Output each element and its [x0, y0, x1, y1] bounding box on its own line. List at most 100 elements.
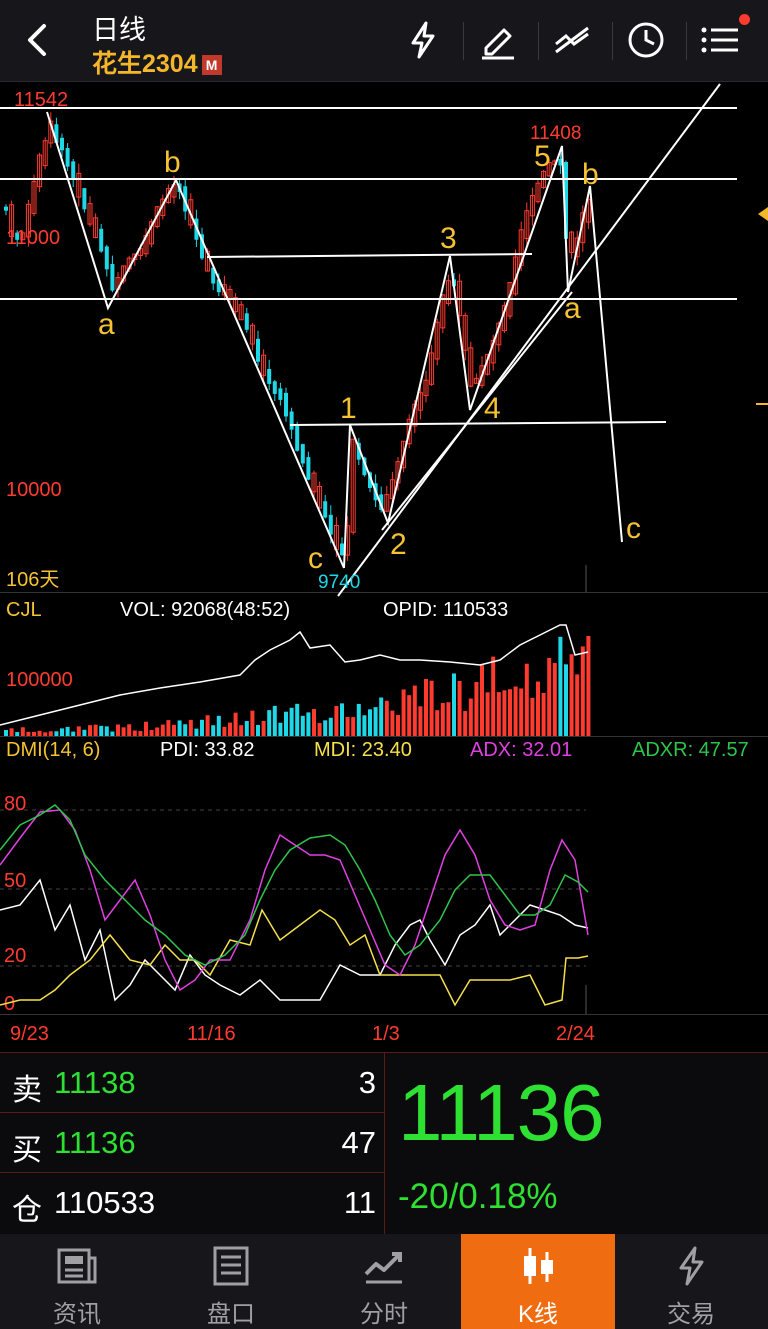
volume-bar: [463, 710, 468, 736]
volume-bar: [138, 731, 143, 736]
volume-bar: [575, 674, 580, 736]
tab-kline[interactable]: K线: [461, 1234, 615, 1329]
trendline-2[interactable]: [381, 291, 573, 531]
wave-path-12345[interactable]: [343, 145, 623, 569]
open-interest-change: 11: [343, 1185, 376, 1220]
volume-bar: [278, 722, 283, 736]
open-interest-label: 仓: [12, 1194, 42, 1227]
volume-bar: [172, 724, 176, 736]
volume-bar: [60, 728, 64, 736]
draw-pen-icon[interactable]: [476, 18, 520, 62]
news-icon: [57, 1248, 97, 1284]
volume-bar: [99, 725, 104, 736]
volume-bar: [48, 731, 53, 736]
tab-trade[interactable]: 交易: [614, 1234, 768, 1329]
volume-bar: [519, 688, 524, 736]
dmi-indicator-name[interactable]: DMI(14, 6): [6, 739, 100, 761]
menu-list-icon[interactable]: [698, 18, 742, 62]
volume-bar: [284, 711, 288, 736]
header-divider: [686, 22, 687, 60]
tab-intraday[interactable]: 分时: [307, 1234, 461, 1329]
volume-bar: [373, 707, 378, 736]
orderbook-icon: [213, 1246, 249, 1286]
header-divider: [612, 22, 613, 60]
buy-row[interactable]: 买 11136 47: [0, 1113, 384, 1173]
trendline-1[interactable]: [337, 83, 721, 597]
tab-orderbook[interactable]: 盘口: [154, 1234, 308, 1329]
tab-news[interactable]: 资讯: [0, 1234, 154, 1329]
volume-bar: [233, 712, 238, 736]
kline-chart[interactable]: 11542 11000 10000 11408 9740 106天 a b c …: [0, 82, 768, 1052]
quote-panel: 卖 11138 3 买 11136 47 仓 110533 11 11136 -…: [0, 1052, 768, 1235]
sell-label: 卖: [12, 1074, 42, 1107]
wave-label-a: a: [98, 308, 115, 341]
volume-bar: [116, 724, 120, 736]
volume-indicator-name[interactable]: CJL: [6, 599, 42, 621]
volume-bar: [312, 709, 316, 736]
volume-bar: [211, 725, 216, 736]
hline-w3[interactable]: [206, 253, 533, 258]
last-price: 11136: [398, 1068, 605, 1157]
lightning-icon: [679, 1246, 704, 1286]
volume-bar: [328, 717, 333, 736]
candle-body: [323, 501, 328, 518]
volume-bar: [250, 710, 255, 736]
quote-divider: [384, 1053, 385, 1235]
header-divider: [538, 22, 539, 60]
volume-bar: [200, 719, 204, 736]
clock-icon[interactable]: [624, 18, 668, 62]
volume-bar: [474, 681, 479, 736]
page-title: 日线: [92, 15, 146, 45]
lightning-icon[interactable]: [401, 18, 445, 62]
buy-quantity: 47: [341, 1125, 376, 1160]
candle-body: [267, 369, 272, 384]
volume-bar: [452, 673, 456, 736]
buy-price: 11136: [54, 1125, 136, 1160]
candle-body: [104, 246, 109, 270]
wave-label-4: 4: [484, 392, 501, 425]
date-label-2: 11/16: [187, 1023, 236, 1045]
mdi-value: MDI: 23.40: [314, 739, 412, 761]
volume-bar: [586, 636, 591, 736]
candle-body: [278, 388, 283, 400]
volume-bar: [552, 663, 557, 736]
price-10000-label: 10000: [6, 479, 62, 501]
volume-bar: [261, 720, 266, 736]
wave-label-c: c: [308, 542, 323, 575]
volume-bar: [558, 636, 563, 736]
volume-bar: [429, 680, 434, 736]
volume-bar: [569, 654, 574, 736]
kline-screen: 日线 花生2304 M 11542 11000 10000 11408 9740…: [0, 0, 768, 1329]
volume-bar: [104, 726, 109, 736]
candle-body: [340, 543, 344, 556]
days-label: 106天: [6, 569, 59, 591]
back-arrow-icon[interactable]: [18, 20, 58, 60]
dmi-level-20: 20: [4, 945, 26, 967]
candle-body: [71, 161, 76, 180]
notification-dot: [739, 14, 750, 25]
line-tools-icon[interactable]: [550, 18, 594, 62]
volume-bar: [424, 678, 428, 736]
tab-orderbook-label: 盘口: [207, 1301, 255, 1328]
candle-body: [60, 137, 64, 151]
volume-bar: [356, 703, 361, 736]
volume-bar: [323, 720, 328, 736]
volume-bar: [541, 692, 546, 736]
volume-bar: [440, 703, 445, 736]
candle-body: [284, 392, 288, 417]
candle-body: [244, 313, 249, 330]
pdi-line: [0, 878, 589, 1002]
volume-bar: [564, 664, 568, 736]
wave-path-abc[interactable]: [46, 111, 345, 569]
price-high-label: 11542: [14, 89, 68, 111]
sell-quantity: 3: [358, 1065, 376, 1100]
bottom-tab-bar: 资讯 盘口 分时 K线 交易: [0, 1234, 768, 1329]
volume-bar: [491, 656, 496, 736]
contract-name[interactable]: 花生2304 M: [92, 44, 222, 80]
wave-label-c2: c: [626, 512, 641, 545]
contract-code: 花生2304: [92, 50, 198, 78]
open-interest-row[interactable]: 仓 110533 11: [0, 1173, 384, 1233]
volume-bar: [166, 720, 171, 736]
volume-bar: [121, 727, 126, 736]
sell-row[interactable]: 卖 11138 3: [0, 1053, 384, 1113]
